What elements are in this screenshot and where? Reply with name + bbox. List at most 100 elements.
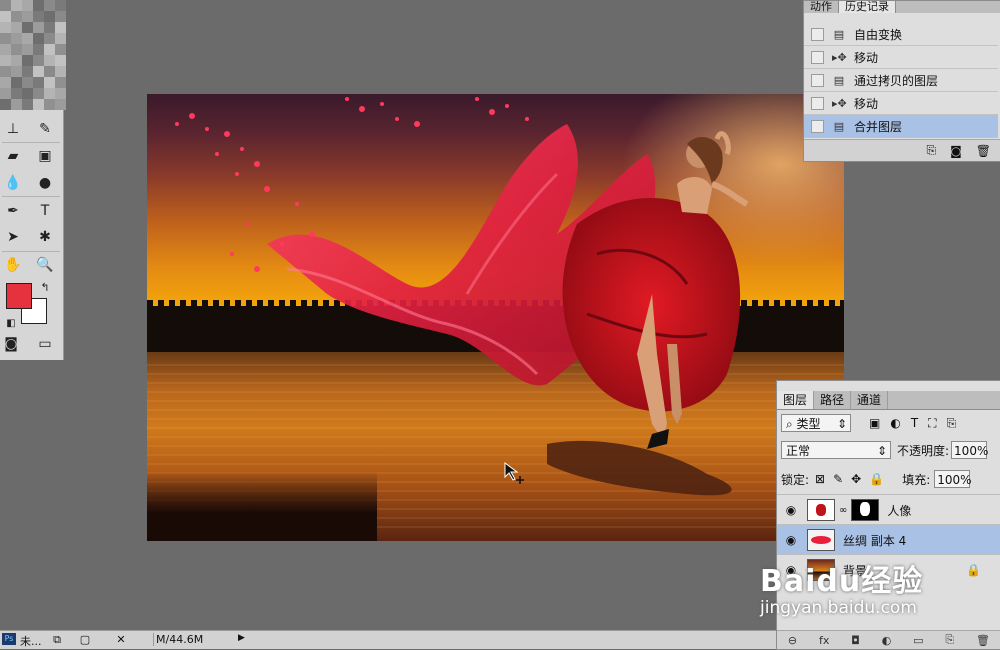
history-item[interactable]: ▸✥ 移动 [804,92,998,115]
camera-icon[interactable]: ◙ [950,144,962,158]
link-layers-icon[interactable]: ⊖ [788,634,797,647]
silk-dancer-artwork [175,94,844,496]
gradient-tool-icon[interactable]: ▣ [34,145,56,167]
link-icon[interactable]: ∞ [839,505,847,516]
fx-icon[interactable]: fx [819,634,829,647]
lock-pixels-icon[interactable]: ✎ [833,472,843,486]
trash-icon[interactable]: 🗑 [976,144,991,158]
play-arrow-icon[interactable]: ▶ [238,633,245,643]
watermark: Baidu经验 jingyan.baidu.com [760,556,923,618]
tab-channels[interactable]: 通道 [851,391,889,409]
snapshot-checkbox[interactable] [811,73,824,87]
blend-mode-select[interactable]: 正常 ⇕ [781,441,891,459]
zoom-tool-icon[interactable]: 🔍 [34,254,56,276]
new-group-icon[interactable]: ▭ [913,634,923,647]
lock-all-icon[interactable]: 🔒 [869,472,884,486]
lock-position-icon[interactable]: ✥ [851,472,861,486]
adjustment-filter-icon[interactable]: ◐ [890,416,900,430]
close-window-icon[interactable]: ✕ [110,632,132,647]
snapshot-checkbox[interactable] [811,96,824,110]
history-item[interactable]: ▤ 通过拷贝的图层 [804,69,998,92]
opacity-input[interactable]: 100% [951,441,988,459]
document-size-info: M/44.6M [153,633,203,646]
default-colors-icon[interactable]: ◧ [0,312,22,334]
layer-row[interactable]: ◉ ∞ 人像 [777,494,1000,525]
tab-paths[interactable]: 路径 [814,391,852,409]
layer-row-selected[interactable]: ◉ 丝绸 副本 4 [777,524,1000,555]
eraser-tool-icon[interactable]: ▰ [2,145,24,167]
history-panel-tabs: 动作 历史记录 [804,1,1000,13]
blur-tool-icon[interactable]: 💧 [2,172,24,194]
quick-mask-icon[interactable]: ◙ [0,333,22,355]
path-select-icon[interactable]: ➤ [2,226,24,248]
search-icon: ⌕ [786,417,797,431]
stamp-tool-icon[interactable]: ⊥ [2,118,24,140]
move-icon: ▸✥ [832,50,847,64]
history-item[interactable]: ▤ 自由变换 [804,23,998,46]
move-icon: ▸✥ [832,96,847,110]
tab-layers[interactable]: 图层 [777,391,815,409]
history-panel-footer: ⎘ ◙ 🗑 [804,139,1000,161]
status-bar: Ps 未... ⧉ ▢ ✕ M/44.6M ▶ [0,630,776,649]
custom-shape-icon[interactable]: ✱ [34,226,56,248]
screen-mode-icon[interactable]: ▭ [34,333,56,355]
eye-icon[interactable]: ◉ [781,533,801,547]
move-cursor-icon [504,462,524,484]
adjustment-layer-icon[interactable]: ◐ [882,634,892,647]
layers-panel-footer: ⊖ fx ◘ ◐ ▭ ⎘ 🗑 [777,630,1000,649]
type-filter-icon[interactable]: T [911,416,918,430]
lock-label: 锁定: [781,472,810,487]
lock-transparent-icon[interactable]: ⊠ [815,472,825,486]
lock-icon: 🔒 [966,563,981,577]
shape-filter-icon[interactable]: ⛶ [928,416,936,431]
document-icon: ▤ [833,119,845,133]
document-icon: ▤ [833,73,845,87]
history-panel: 动作 历史记录 ▤ 自由变换 ▸✥ 移动 ▤ 通过拷贝的图层 ▸✥ 移动 ▤ 合… [803,0,1000,162]
watermark-url: jingyan.baidu.com [760,598,917,618]
smart-object-filter-icon[interactable]: ⎘ [947,416,957,431]
layer-name: 丝绸 副本 4 [843,533,907,548]
history-item-selected[interactable]: ▤ 合并图层 [804,115,998,138]
snapshot-checkbox[interactable] [811,119,824,133]
fill-input[interactable]: 100% [934,470,972,488]
layer-filter-row: ⌕ 类型 ⇕ ▣ ◐ T ⛶ ⎘ [781,414,956,432]
history-item[interactable]: ▸✥ 移动 [804,46,998,69]
hand-tool-icon[interactable]: ✋ [2,254,24,276]
add-mask-icon[interactable]: ◘ [851,634,860,647]
foreground-color-swatch[interactable] [6,283,32,309]
image-filter-icon[interactable]: ▣ [869,416,880,430]
layer-filter-select[interactable]: ⌕ 类型 ⇕ [781,414,851,432]
opacity-label: 不透明度: [897,443,950,458]
document-tab[interactable]: 未... [20,633,42,649]
maximize-window-icon[interactable]: ▢ [74,632,96,647]
chevron-down-icon: ⇕ [876,444,887,458]
dodge-tool-icon[interactable]: ● [34,172,56,194]
new-layer-icon[interactable]: ⎘ [945,633,954,647]
photoshop-icon: Ps [2,633,16,645]
baidu-jingyan-logo: Baidu经验 [760,564,924,599]
lock-row: 锁定: ⊠ ✎ ✥ 🔒 填充: 100% [781,470,972,488]
type-tool-icon[interactable]: T [34,200,56,222]
snapshot-checkbox[interactable] [811,50,824,64]
new-document-icon[interactable]: ⎘ [927,143,937,158]
restore-window-icon[interactable]: ⧉ [46,632,68,647]
layer-thumbnail [807,499,835,521]
layer-thumbnail [807,529,835,551]
layer-name: 人像 [887,503,912,518]
snapshot-checkbox[interactable] [811,27,824,41]
trash-icon[interactable]: 🗑 [976,634,990,647]
blend-row: 正常 ⇕ 不透明度: 100% [781,441,988,459]
eye-icon[interactable]: ◉ [781,503,801,517]
history-brush-icon[interactable]: ✎ [34,118,56,140]
pen-tool-icon[interactable]: ✒ [2,200,24,222]
tab-actions[interactable]: 动作 [804,1,839,13]
pixelated-region [0,0,66,110]
layer-mask-thumbnail[interactable] [851,499,880,521]
fill-label: 填充: [902,472,931,487]
document-icon: ▤ [833,27,845,41]
tab-history[interactable]: 历史记录 [839,1,896,13]
document-canvas[interactable] [147,94,844,541]
layers-panel-tabs: 图层 路径 通道 [777,391,1000,410]
swap-colors-icon[interactable]: ↰ [34,276,56,298]
chevron-down-icon: ⇕ [836,417,847,431]
